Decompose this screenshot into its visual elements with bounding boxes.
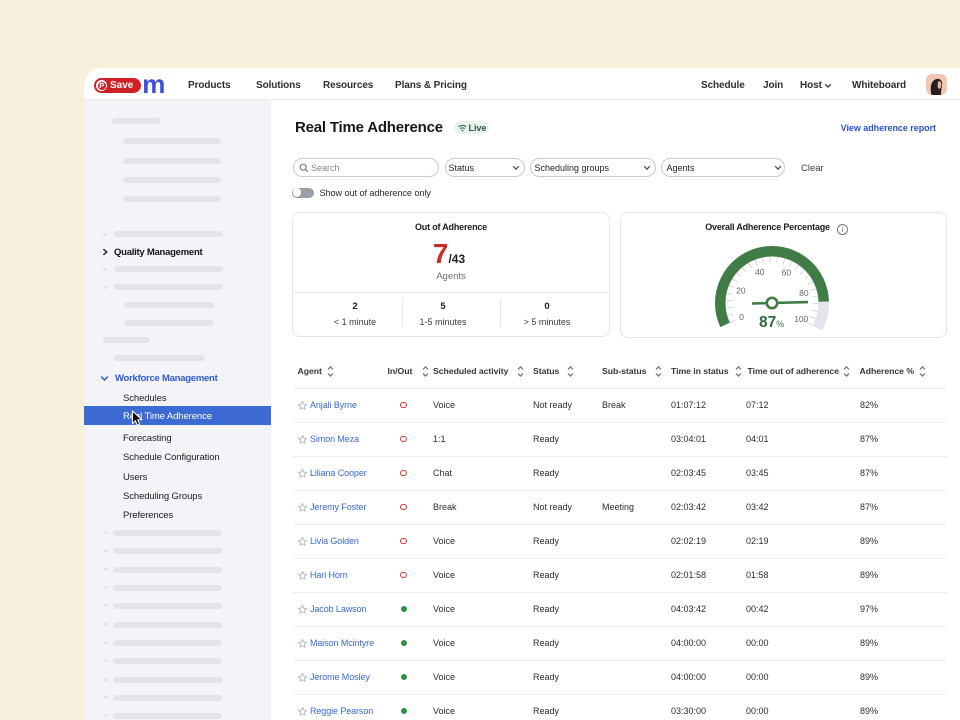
svg-text:40: 40 [755, 267, 765, 277]
svg-text:0: 0 [739, 312, 744, 322]
svg-text:80: 80 [799, 288, 809, 298]
svg-text:100: 100 [794, 314, 808, 324]
svg-text:60: 60 [782, 268, 792, 278]
svg-text:20: 20 [736, 286, 746, 296]
